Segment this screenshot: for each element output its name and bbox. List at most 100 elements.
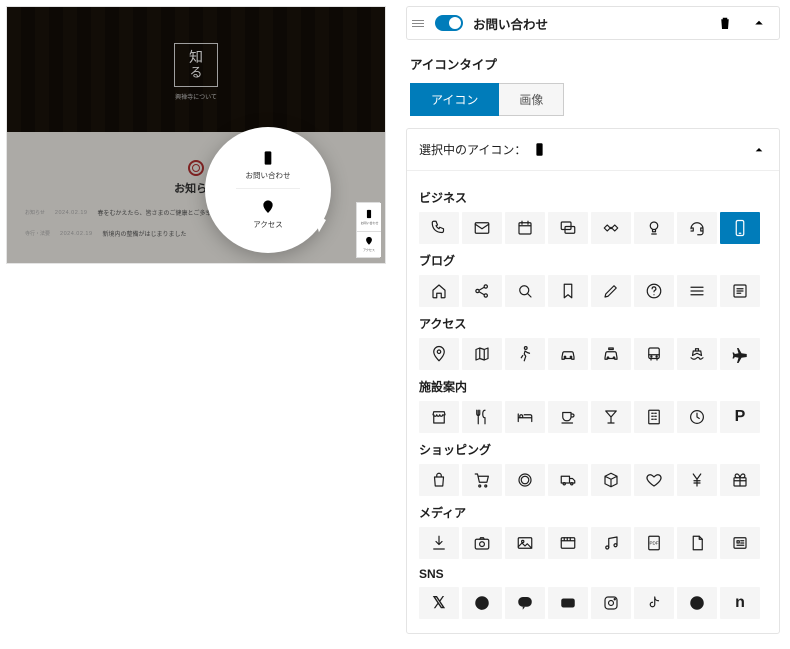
pin-icon bbox=[260, 199, 276, 215]
icon-option-ship[interactable] bbox=[677, 338, 717, 370]
icon-option-help[interactable] bbox=[634, 275, 674, 307]
icon-grid: 𝕏n bbox=[419, 587, 767, 619]
icon-option-image[interactable] bbox=[505, 527, 545, 559]
search-icon bbox=[516, 282, 534, 300]
icon-option-movie[interactable] bbox=[548, 527, 588, 559]
icon-option-facebook[interactable] bbox=[462, 587, 502, 619]
icon-option-share[interactable] bbox=[462, 275, 502, 307]
icon-option-coin[interactable] bbox=[505, 464, 545, 496]
walk-icon bbox=[516, 345, 534, 363]
truck-icon bbox=[559, 471, 577, 489]
icon-option-bed[interactable] bbox=[505, 401, 545, 433]
icon-option-search[interactable] bbox=[505, 275, 545, 307]
bubble-item-contact[interactable]: お問い合わせ bbox=[246, 143, 291, 188]
movie-icon bbox=[559, 534, 577, 552]
icon-option-clock[interactable] bbox=[677, 401, 717, 433]
icon-option-pin[interactable] bbox=[419, 338, 459, 370]
icon-grid bbox=[419, 275, 767, 307]
delete-button[interactable] bbox=[713, 11, 737, 35]
tiktok-icon bbox=[645, 594, 663, 612]
icon-group-title: アクセス bbox=[419, 315, 767, 332]
icon-group-title: 施設案内 bbox=[419, 378, 767, 395]
icon-option-parking[interactable]: P bbox=[720, 401, 760, 433]
icon-option-headset[interactable] bbox=[677, 212, 717, 244]
icon-option-home[interactable] bbox=[419, 275, 459, 307]
share-icon bbox=[473, 282, 491, 300]
icon-option-music[interactable] bbox=[591, 527, 631, 559]
fab-access[interactable]: アクセス bbox=[357, 232, 381, 257]
tab-image[interactable]: 画像 bbox=[499, 83, 564, 116]
icon-option-walk[interactable] bbox=[505, 338, 545, 370]
pencil-icon bbox=[602, 282, 620, 300]
icon-group-title: ビジネス bbox=[419, 189, 767, 206]
cart-icon bbox=[473, 471, 491, 489]
enable-toggle[interactable] bbox=[435, 15, 463, 31]
icon-option-car[interactable] bbox=[548, 338, 588, 370]
icon-option-restaurant[interactable] bbox=[462, 401, 502, 433]
bag-icon bbox=[430, 471, 448, 489]
icon-option-bag[interactable] bbox=[419, 464, 459, 496]
icon-option-calendar[interactable] bbox=[505, 212, 545, 244]
bar-icon bbox=[602, 408, 620, 426]
icon-option-truck[interactable] bbox=[548, 464, 588, 496]
icon-group-title: メディア bbox=[419, 504, 767, 521]
icon-option-menu[interactable] bbox=[677, 275, 717, 307]
icon-option-mail[interactable] bbox=[462, 212, 502, 244]
icon-option-article[interactable] bbox=[720, 275, 760, 307]
icon-option-cart[interactable] bbox=[462, 464, 502, 496]
icon-option-bookmark[interactable] bbox=[548, 275, 588, 307]
icon-option-bus[interactable] bbox=[634, 338, 674, 370]
icon-option-cube[interactable] bbox=[591, 464, 631, 496]
coin-icon bbox=[516, 471, 534, 489]
icon-option-store[interactable] bbox=[419, 401, 459, 433]
icon-option-gift[interactable] bbox=[720, 464, 760, 496]
icon-option-building[interactable] bbox=[634, 401, 674, 433]
drag-handle-icon[interactable] bbox=[411, 16, 425, 30]
heart-icon bbox=[645, 471, 663, 489]
bed-icon bbox=[516, 408, 534, 426]
icon-option-youtube[interactable] bbox=[548, 587, 588, 619]
section-label-icon-type: アイコンタイプ bbox=[410, 54, 780, 73]
icon-option-pencil[interactable] bbox=[591, 275, 631, 307]
icon-option-tiktok[interactable] bbox=[634, 587, 674, 619]
icon-option-taxi[interactable] bbox=[591, 338, 631, 370]
store-icon bbox=[430, 408, 448, 426]
tab-icon[interactable]: アイコン bbox=[410, 83, 499, 116]
icon-option-instagram[interactable] bbox=[591, 587, 631, 619]
bubble-label: アクセス bbox=[253, 219, 283, 230]
collapse-button[interactable] bbox=[747, 11, 771, 35]
icon-option-chat[interactable] bbox=[548, 212, 588, 244]
icon-option-cafe[interactable] bbox=[548, 401, 588, 433]
facebook-icon bbox=[473, 594, 491, 612]
icon-picker-header[interactable]: 選択中のアイコン： bbox=[407, 129, 779, 171]
icon-option-pinterest[interactable] bbox=[677, 587, 717, 619]
help-icon bbox=[645, 282, 663, 300]
icon-option-pdf[interactable]: PDF bbox=[634, 527, 674, 559]
icon-option-map[interactable] bbox=[462, 338, 502, 370]
x-icon: 𝕏 bbox=[433, 593, 446, 613]
icon-grid: PDF bbox=[419, 527, 767, 559]
car-icon bbox=[559, 345, 577, 363]
icon-option-yen[interactable] bbox=[677, 464, 717, 496]
trash-icon bbox=[716, 14, 734, 32]
icon-option-x[interactable]: 𝕏 bbox=[419, 587, 459, 619]
fab-contact[interactable]: お問い合わせ bbox=[357, 203, 381, 232]
icon-option-plane[interactable] bbox=[720, 338, 760, 370]
icon-option-camera[interactable] bbox=[462, 527, 502, 559]
icon-option-bulb[interactable] bbox=[634, 212, 674, 244]
icon-option-phone[interactable] bbox=[419, 212, 459, 244]
fab-label: お問い合わせ bbox=[360, 221, 378, 225]
icon-option-smartphone[interactable] bbox=[720, 212, 760, 244]
icon-option-bar[interactable] bbox=[591, 401, 631, 433]
icon-option-news[interactable] bbox=[720, 527, 760, 559]
icon-option-download[interactable] bbox=[419, 527, 459, 559]
icon-option-heart[interactable] bbox=[634, 464, 674, 496]
icon-option-file[interactable] bbox=[677, 527, 717, 559]
music-icon bbox=[602, 534, 620, 552]
bubble-item-access[interactable]: アクセス bbox=[236, 188, 300, 237]
yen-icon bbox=[688, 471, 706, 489]
icon-option-handshake[interactable] bbox=[591, 212, 631, 244]
icon-option-note[interactable]: n bbox=[720, 587, 760, 619]
icon-option-line[interactable] bbox=[505, 587, 545, 619]
site-preview: 知 る 興禅寺について お知らせ お知らせ2024.02.19春をむかえたら、皆… bbox=[6, 6, 386, 264]
